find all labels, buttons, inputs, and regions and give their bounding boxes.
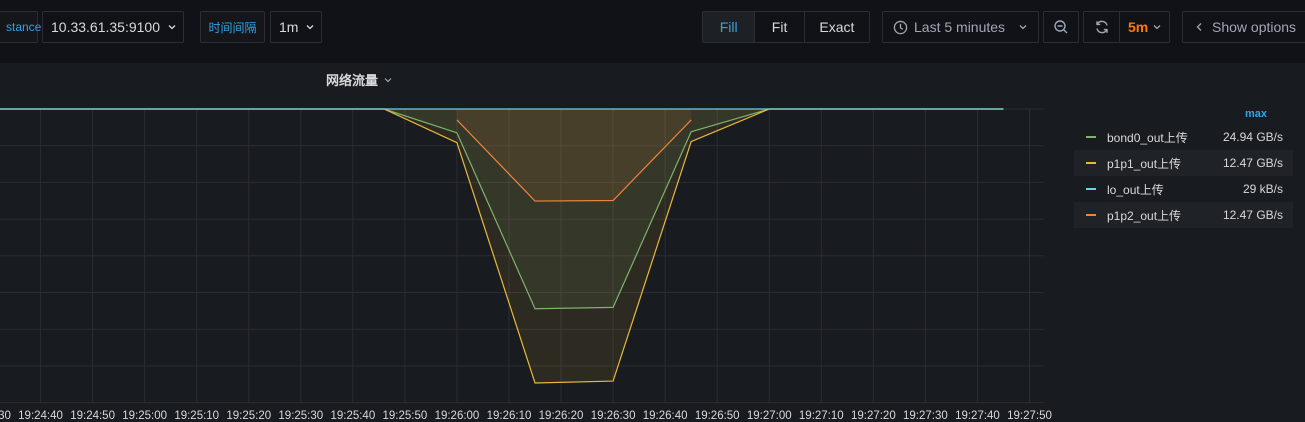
legend-series-name: bond0_out上传: [1107, 130, 1188, 145]
legend-series-max: 29 kB/s: [1242, 182, 1283, 196]
series-color-swatch: [1086, 214, 1096, 216]
x-tick-label: 19:26:10: [487, 410, 532, 422]
x-axis-ticks: 19:24:30 19:24:40 19:24:50 19:25:00 19:25:10…: [0, 410, 1052, 422]
series-color-swatch: [1086, 188, 1096, 190]
x-tick-label: 19:27:20: [851, 410, 896, 422]
legend-max-header[interactable]: max: [1245, 108, 1267, 120]
x-tick-label: 19:25:40: [330, 410, 375, 422]
refresh-interval-select[interactable]: 5m: [1119, 12, 1169, 42]
legend-series-name: lo_out上传: [1107, 182, 1164, 197]
series-color-swatch: [1086, 162, 1096, 164]
x-tick-label: 19:27:40: [955, 410, 1000, 422]
legend-item[interactable]: bond0_out上传 24.94 GB/s: [1074, 124, 1293, 150]
legend-series-max: 12.47 GB/s: [1222, 156, 1283, 170]
legend-item[interactable]: p1p2_out上传 12.47 GB/s: [1074, 202, 1293, 228]
legend-series-name: p1p2_out上传: [1107, 208, 1182, 223]
x-tick-label: 19:25:50: [383, 410, 428, 422]
legend-series-max: 24.94 GB/s: [1222, 130, 1283, 144]
x-tick-label: 19:26:50: [695, 410, 740, 422]
x-tick-label: 19:25:20: [226, 410, 271, 422]
legend-item[interactable]: lo_out上传 29 kB/s: [1074, 176, 1293, 202]
x-tick-label: 19:27:30: [903, 410, 948, 422]
x-tick-label: 19:24:40: [18, 410, 63, 422]
refresh-interval-value: 5m: [1127, 19, 1149, 35]
chart-areas: [0, 109, 1004, 383]
legend-series-max: 12.47 GB/s: [1222, 208, 1283, 222]
network-traffic-chart[interactable]: 19:24:30 19:24:40 19:24:50 19:25:00 19:25:10…: [0, 0, 1060, 422]
legend-item[interactable]: p1p1_out上传 12.47 GB/s: [1074, 150, 1293, 176]
refresh-group: 5m: [1083, 11, 1170, 43]
show-options-button[interactable]: Show options: [1182, 11, 1305, 43]
legend-max-label: max: [1245, 108, 1268, 120]
x-tick-label: 19:24:50: [70, 410, 115, 422]
x-tick-label: 19:25:10: [174, 410, 219, 422]
x-tick-label: 19:26:40: [643, 410, 688, 422]
chevron-down-icon: [1153, 25, 1161, 30]
legend-series-name: p1p1_out上传: [1107, 156, 1182, 171]
x-tick-label: 19:25:30: [278, 410, 323, 422]
x-tick-label: 19:26:00: [435, 410, 480, 422]
x-tick-label: 19:24:30: [0, 410, 11, 422]
series-color-swatch: [1086, 136, 1096, 138]
x-tick-label: 19:26:30: [591, 410, 636, 422]
x-tick-label: 19:27:00: [747, 410, 792, 422]
x-tick-label: 19:27:10: [799, 410, 844, 422]
x-tick-label: 19:26:20: [539, 410, 584, 422]
chevron-left-icon: [1196, 23, 1202, 31]
show-options-label: Show options: [1212, 19, 1297, 35]
x-tick-label: 19:27:50: [1007, 410, 1052, 422]
x-tick-label: 19:25:00: [122, 410, 167, 422]
refresh-icon: [1095, 20, 1108, 34]
refresh-button[interactable]: [1084, 12, 1119, 42]
